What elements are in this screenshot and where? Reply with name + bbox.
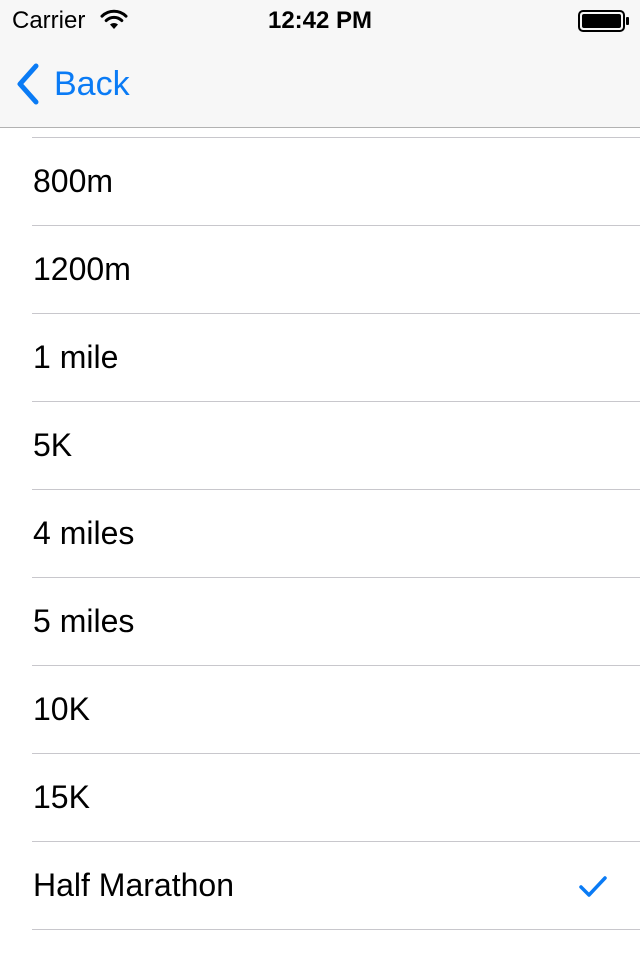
distance-row[interactable]: 5 miles xyxy=(0,578,640,666)
distance-label: Half Marathon xyxy=(33,867,234,903)
distance-row[interactable]: 1 mile xyxy=(0,314,640,402)
distance-row[interactable]: 10K xyxy=(0,666,640,754)
distance-label: 4 miles xyxy=(33,515,135,551)
distance-row[interactable]: 800m xyxy=(0,138,640,226)
back-label: Back xyxy=(54,64,130,103)
status-bar: Carrier 12:42 PM xyxy=(0,0,640,40)
distance-row[interactable]: Half Marathon xyxy=(0,842,640,930)
distance-label: 10K xyxy=(33,691,90,727)
distance-row[interactable]: 15K xyxy=(0,754,640,842)
distance-row[interactable]: 5K xyxy=(0,402,640,490)
status-time: 12:42 PM xyxy=(267,7,373,34)
distance-label: 5K xyxy=(33,427,73,463)
divider xyxy=(32,929,640,930)
distance-label: 15K xyxy=(33,779,90,815)
chevron-left-icon xyxy=(17,63,39,105)
top-bar: Carrier 12:42 PM Back xyxy=(0,0,640,128)
navigation-bar: Back xyxy=(0,40,640,128)
distance-label: 5 miles xyxy=(33,603,135,639)
screen: Carrier 12:42 PM Back 800m 1200m 1 mile … xyxy=(0,0,640,960)
battery-icon xyxy=(578,10,629,32)
distance-row[interactable]: 1200m xyxy=(0,226,640,314)
distance-row[interactable]: 4 miles xyxy=(0,490,640,578)
checkmark-icon xyxy=(579,876,607,897)
distance-label: 1200m xyxy=(33,251,131,287)
distance-label: 1 mile xyxy=(33,339,119,375)
distance-label: 800m xyxy=(33,163,114,199)
back-button[interactable]: Back xyxy=(14,62,130,106)
